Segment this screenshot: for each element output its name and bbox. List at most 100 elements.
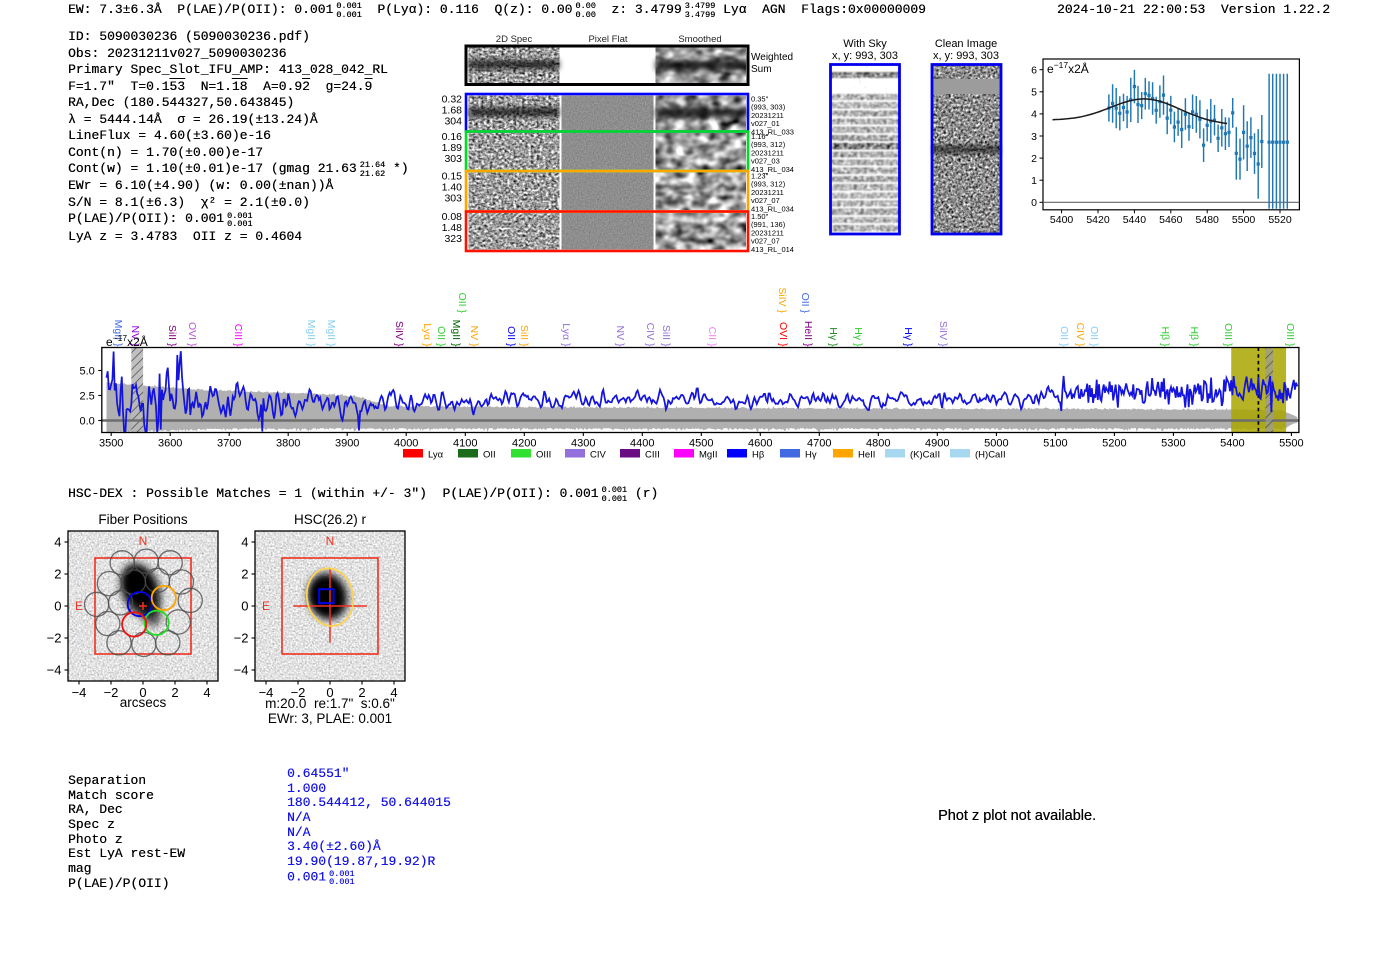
svg-text:OII: OII (483, 450, 496, 461)
svg-text:5.0: 5.0 (80, 366, 95, 378)
svg-text:SiII }: SiII } (660, 325, 672, 347)
svg-text:OII }: OII } (456, 293, 468, 314)
svg-text:EWr: 3, PLAE: 0.001: EWr: 3, PLAE: 0.001 (268, 711, 392, 726)
svg-text:arcsecs: arcsecs (120, 695, 167, 710)
svg-text:SiII }: SiII } (518, 325, 530, 347)
svg-text:SiII }: SiII } (166, 325, 178, 347)
svg-text:SiIV }: SiIV } (937, 321, 949, 347)
svg-text:303: 303 (444, 153, 462, 165)
svg-text:With Sky: With Sky (843, 38, 887, 50)
svg-text:Smoothed: Smoothed (678, 34, 721, 45)
svg-text:5400: 5400 (1050, 214, 1074, 226)
svg-text:4500: 4500 (689, 438, 713, 450)
svg-text:5520: 5520 (1268, 214, 1292, 226)
svg-text:2.5: 2.5 (80, 391, 95, 403)
svg-text:OII }: OII } (435, 326, 447, 347)
svg-text:5: 5 (1031, 87, 1037, 99)
svg-text:3500: 3500 (99, 438, 123, 450)
svg-text:5100: 5100 (1043, 438, 1067, 450)
svg-text:4800: 4800 (866, 438, 890, 450)
svg-text:CIV }: CIV } (1074, 323, 1086, 347)
svg-text:2: 2 (171, 685, 178, 700)
svg-text:0: 0 (241, 599, 248, 614)
svg-text:MgII }: MgII } (305, 320, 317, 347)
svg-text:Hβ }: Hβ } (1188, 326, 1200, 347)
svg-text:3: 3 (1031, 131, 1037, 143)
svg-text:3600: 3600 (158, 438, 182, 450)
svg-text:HSC(26.2) r: HSC(26.2) r (294, 512, 367, 527)
svg-text:E: E (75, 599, 83, 613)
svg-text:NV }: NV } (614, 325, 626, 347)
svg-text:(K)CaII: (K)CaII (910, 450, 940, 461)
svg-text:0.0: 0.0 (80, 416, 95, 428)
svg-text:CII }: CII } (706, 327, 718, 347)
svg-text:OIII }: OIII } (1284, 323, 1296, 347)
svg-text:MgII }: MgII } (450, 320, 462, 347)
svg-text:4: 4 (54, 535, 61, 550)
svg-text:2: 2 (1031, 153, 1037, 165)
svg-text:3800: 3800 (276, 438, 300, 450)
svg-text:Clean Image: Clean Image (935, 38, 997, 50)
svg-text:323: 323 (444, 233, 462, 245)
svg-text:N: N (326, 534, 335, 548)
svg-text:6: 6 (1031, 65, 1037, 77)
svg-text:OII }: OII } (799, 293, 811, 314)
svg-text:2: 2 (54, 567, 61, 582)
svg-text:5400: 5400 (1220, 438, 1244, 450)
svg-text:(H)CaII: (H)CaII (975, 450, 1006, 461)
svg-text:MgII }: MgII } (325, 320, 337, 347)
svg-text:E: E (262, 599, 270, 613)
svg-text:1: 1 (1031, 175, 1037, 187)
svg-text:Hγ: Hγ (805, 450, 817, 461)
svg-text:e−17x2Å: e−17x2Å (1047, 60, 1089, 76)
svg-text:4200: 4200 (512, 438, 536, 450)
svg-text:413_RL_014: 413_RL_014 (751, 245, 794, 254)
svg-text:SiIV }: SiIV } (776, 287, 788, 313)
svg-text:4400: 4400 (630, 438, 654, 450)
svg-text:5440: 5440 (1123, 214, 1147, 226)
svg-text:x, y: 993, 303: x, y: 993, 303 (832, 50, 898, 62)
svg-text:0: 0 (1031, 197, 1037, 209)
svg-text:4600: 4600 (748, 438, 772, 450)
svg-text:4000: 4000 (394, 438, 418, 450)
svg-text:5500: 5500 (1279, 438, 1303, 450)
svg-text:−4: −4 (234, 663, 249, 678)
svg-text:4100: 4100 (453, 438, 477, 450)
svg-text:4300: 4300 (571, 438, 595, 450)
svg-text:4900: 4900 (925, 438, 949, 450)
svg-text:5460: 5460 (1159, 214, 1183, 226)
svg-text:5420: 5420 (1086, 214, 1110, 226)
svg-text:CIII: CIII (645, 450, 660, 461)
svg-text:OVI }: OVI } (186, 322, 198, 347)
svg-text:Lyα }: Lyα } (560, 323, 572, 347)
svg-text:CIV: CIV (590, 450, 607, 461)
svg-text:Hγ }: Hγ } (902, 327, 914, 347)
svg-text:4: 4 (241, 535, 248, 550)
svg-text:OIII }: OIII } (1222, 323, 1234, 347)
svg-text:Hβ: Hβ (752, 450, 765, 461)
svg-text:5000: 5000 (984, 438, 1008, 450)
svg-text:Sum: Sum (751, 64, 772, 75)
svg-text:3900: 3900 (335, 438, 359, 450)
svg-text:OII }: OII } (1058, 326, 1070, 347)
svg-text:4: 4 (1031, 109, 1037, 121)
svg-text:Hβ }: Hβ } (1159, 326, 1171, 347)
svg-text:CIII }: CIII } (232, 324, 244, 347)
svg-text:OVI }: OVI } (777, 322, 789, 347)
svg-text:Fiber Positions: Fiber Positions (98, 512, 188, 527)
svg-text:5300: 5300 (1161, 438, 1185, 450)
svg-text:304: 304 (444, 116, 462, 128)
svg-text:m:20.0 re:1.7" s:0.6": m:20.0 re:1.7" s:0.6" (265, 696, 395, 711)
svg-text:Lyα }: Lyα } (421, 323, 433, 347)
svg-text:N: N (139, 534, 148, 548)
svg-text:OII }: OII } (1088, 326, 1100, 347)
svg-text:Hγ }: Hγ } (827, 327, 839, 347)
svg-text:OIII: OIII (536, 450, 551, 461)
svg-text:0: 0 (54, 599, 61, 614)
svg-text:Pixel Flat: Pixel Flat (588, 34, 627, 45)
svg-text:4700: 4700 (807, 438, 831, 450)
svg-text:CIV }: CIV } (644, 323, 656, 347)
svg-text:NV }: NV } (468, 325, 480, 347)
svg-text:Weighted: Weighted (751, 52, 793, 63)
svg-text:OII }: OII } (505, 326, 517, 347)
